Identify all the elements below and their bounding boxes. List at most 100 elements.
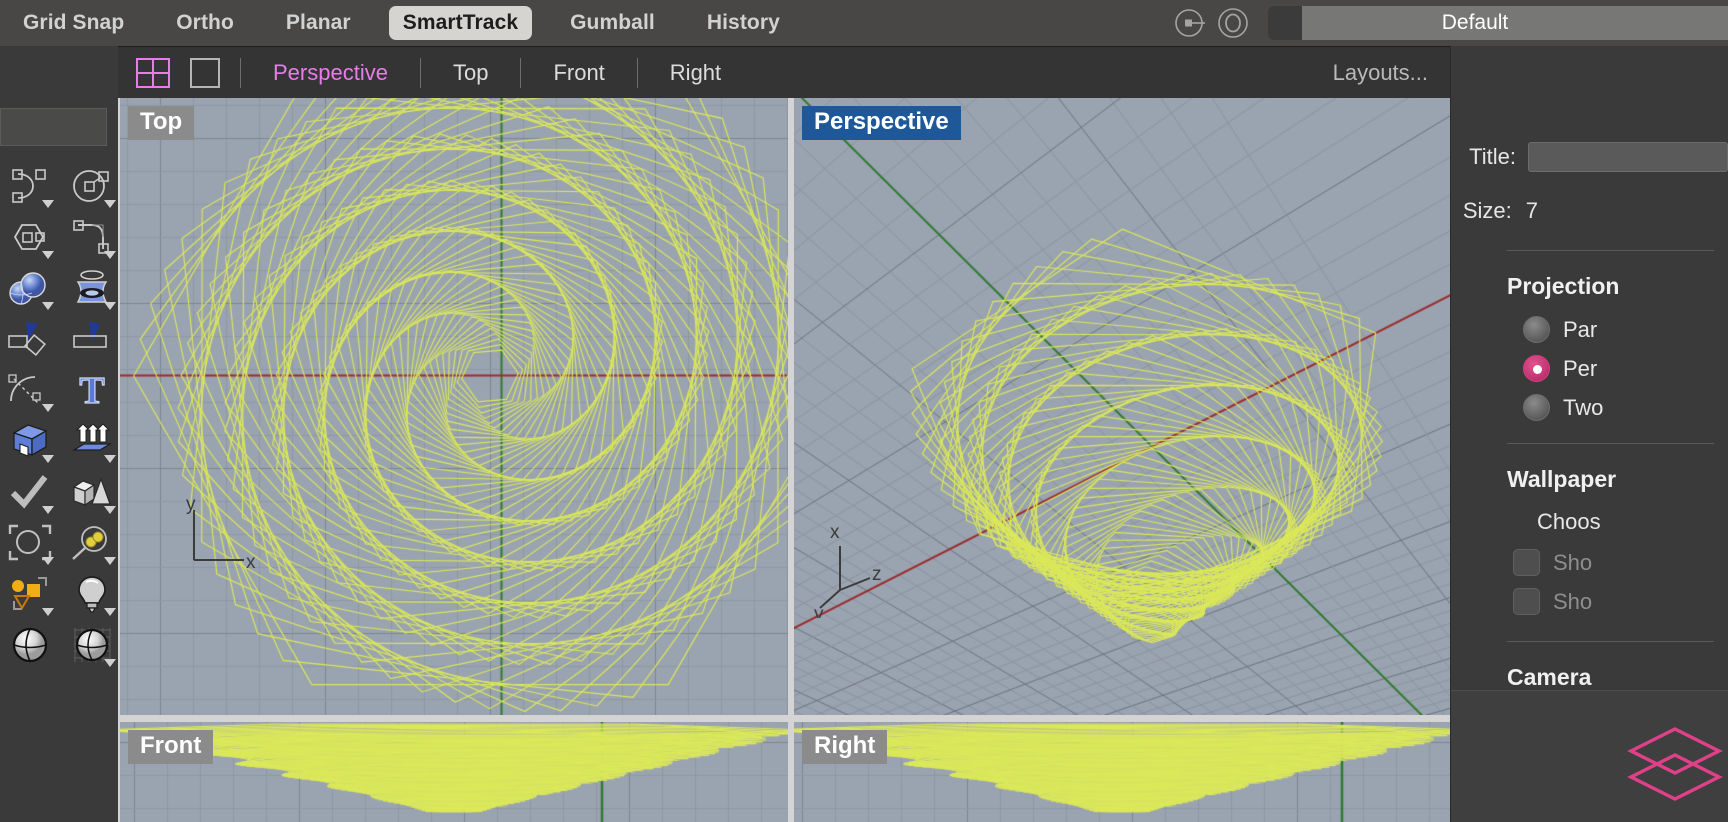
command-field[interactable] [0,108,107,146]
flyout-arrow-icon[interactable] [42,455,54,463]
text-tool-icon: T [64,364,120,415]
axis-gizmo-perspective: x y z [814,522,882,618]
rotate-icon [2,313,58,364]
flyout-arrow-icon[interactable] [42,608,54,616]
flyout-arrow-icon[interactable] [104,608,116,616]
fillet-curve-icon[interactable] [64,211,120,262]
flyout-arrow-icon[interactable] [104,251,116,259]
projection-perspective-option[interactable]: Per [1451,355,1728,382]
lights-icon[interactable] [64,568,120,619]
viewport-right-canvas[interactable] [794,722,1450,822]
box-icon[interactable] [2,415,58,466]
viewport-front-label[interactable]: Front [128,730,214,764]
viewport-front[interactable]: Front [120,722,788,822]
wallpaper-show-option-2[interactable]: Sho [1451,588,1728,615]
viewport-front-canvas[interactable] [120,722,788,822]
surface-revolve-icon[interactable] [64,262,120,313]
toggle-smarttrack[interactable]: SmartTrack [388,6,533,40]
size-row: Size: 7 [1451,198,1728,224]
flyout-arrow-icon[interactable] [104,506,116,514]
flyout-arrow-icon[interactable] [42,404,54,412]
toggle-ortho[interactable]: Ortho [162,6,248,40]
viewport-perspective[interactable]: Perspective x y z [794,98,1450,715]
flyout-arrow-icon[interactable] [104,557,116,565]
tab-divider [636,57,638,88]
toggle-history[interactable]: History [693,6,794,40]
tab-perspective[interactable]: Perspective [259,60,402,86]
layer-select[interactable]: Default [1268,6,1728,40]
boolean-union-icon[interactable] [2,262,58,313]
svg-text:z: z [872,564,882,585]
toggle-planar[interactable]: Planar [272,6,365,40]
title-label: Title: [1469,144,1516,169]
camera-heading: Camera [1507,664,1592,690]
zoom-extents-icon[interactable] [2,517,58,568]
radio-icon-twopoint[interactable] [1523,394,1550,421]
flyout-arrow-icon[interactable] [104,302,116,310]
toggle-grid-snap[interactable]: Grid Snap [9,6,138,40]
checkmark-icon[interactable] [2,466,58,517]
top-toolbar: Grid Snap Ortho Planar SmartTrack Gumball His… [0,0,1728,46]
radio-icon-perspective[interactable] [1523,355,1550,382]
projection-parallel-option[interactable]: Par [1451,316,1728,343]
flyout-arrow-icon[interactable] [42,557,54,565]
viewport-top-label[interactable]: Top [128,106,195,140]
viewport-top-canvas[interactable] [120,98,788,715]
tab-right[interactable]: Right [656,60,735,86]
toggle-gumball[interactable]: Gumball [556,6,669,40]
flyout-arrow-icon[interactable] [42,302,54,310]
layer-color-swatch[interactable] [1268,6,1302,40]
viewport-top[interactable]: Top y x [120,98,788,715]
wallpaper-heading: Wallpaper [1507,466,1617,492]
toggle-group: Grid Snap Ortho Planar SmartTrack Gumball His… [0,0,806,46]
wallpaper-show-option-1[interactable]: Sho [1451,549,1728,576]
tab-front[interactable]: Front [539,60,618,86]
flyout-arrow-icon[interactable] [42,506,54,514]
left-tool-palette: T [0,46,118,822]
projection-perspective-label: Per [1563,355,1598,381]
circle-icon[interactable] [64,160,120,211]
projection-twopoint-option[interactable]: Two [1451,394,1728,421]
wallpaper-show-label-1: Sho [1553,549,1593,575]
divider [1507,443,1714,444]
checkbox-icon[interactable] [1513,549,1540,576]
arc-dimension-icon[interactable] [2,364,58,415]
viewport-tab-bar: Perspective Top Front Right Layouts... [118,46,1450,98]
flyout-arrow-icon[interactable] [104,200,116,208]
rhino-main-window: Grid Snap Ortho Planar SmartTrack Gumball His… [0,0,1728,822]
flyout-arrow-icon[interactable] [104,659,116,667]
tab-top[interactable]: Top [439,60,502,86]
record-history-icon[interactable] [1170,2,1212,44]
layers-icon[interactable] [1627,725,1723,814]
object-properties-icon[interactable] [2,568,58,619]
tab-divider [520,57,522,88]
wallpaper-choose-button[interactable]: Choos [1451,509,1728,535]
flyout-arrow-icon[interactable] [104,455,116,463]
single-pane-layout-icon[interactable] [188,57,222,88]
viewport-perspective-canvas[interactable] [794,98,1450,715]
wallpaper-show-label-2: Sho [1553,588,1593,614]
flyout-arrow-icon[interactable] [42,200,54,208]
title-input[interactable] [1528,142,1728,172]
curve-control-points-icon[interactable] [2,160,58,211]
flyout-arrow-icon[interactable] [42,251,54,259]
projection-heading: Projection [1507,273,1620,299]
solid-primitives-icon[interactable] [64,466,120,517]
size-value[interactable]: 7 [1526,198,1538,224]
four-pane-layout-icon[interactable] [136,57,170,88]
ghosted-display-icon[interactable] [64,619,120,670]
viewport-perspective-label[interactable]: Perspective [802,106,961,140]
shaded-display-icon [2,619,58,670]
viewport-container: Top y x Perspective x y z Front Right [118,98,1450,822]
extrude-straight-icon [64,313,120,364]
extrude-surface-icon[interactable] [64,415,120,466]
filter-circle-icon[interactable] [1212,2,1254,44]
checkbox-icon[interactable] [1513,588,1540,615]
selection-filter-icon[interactable] [64,517,120,568]
viewport-right-label[interactable]: Right [802,730,888,764]
radio-icon-parallel[interactable] [1523,316,1550,343]
axis-gizmo-top: y x [186,498,256,573]
viewport-right[interactable]: Right [794,722,1450,822]
polygon-icon[interactable] [2,211,58,262]
layouts-button[interactable]: Layouts... [1333,60,1428,86]
